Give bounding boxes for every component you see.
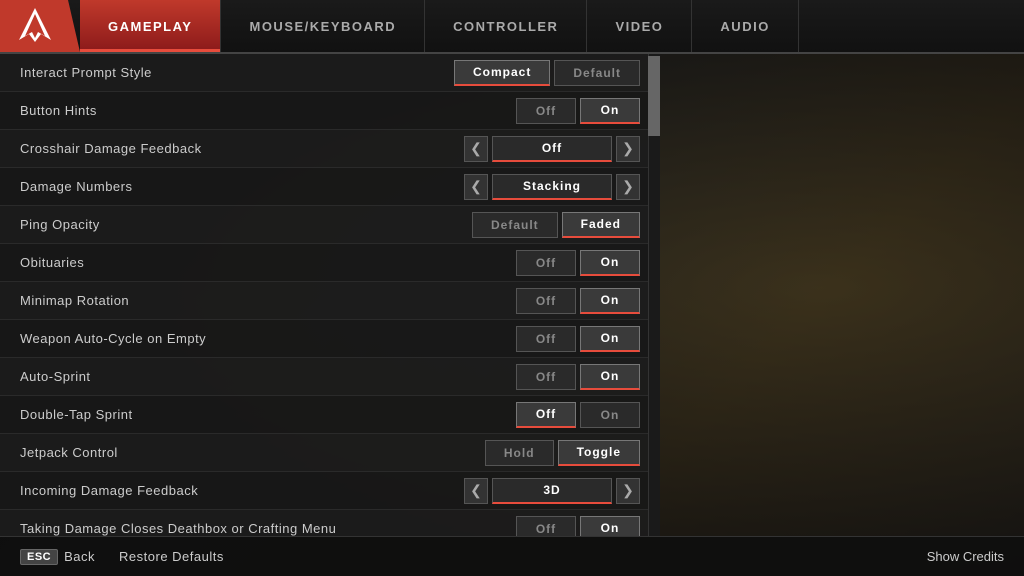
arrow-left-crosshair-damage-feedback[interactable]: ❮ (464, 136, 488, 162)
setting-row-taking-damage-closes: Taking Damage Closes Deathbox or Craftin… (0, 510, 660, 536)
setting-controls-crosshair-damage-feedback: ❮Off❯ (464, 136, 640, 162)
setting-controls-damage-numbers: ❮Stacking❯ (464, 174, 640, 200)
setting-row-auto-sprint: Auto-Sprint OffOn (0, 358, 660, 396)
tab-video[interactable]: VIDEO (587, 0, 692, 52)
nav-tabs: GAMEPLAY MOUSE/KEYBOARD CONTROLLER VIDEO… (80, 0, 1024, 52)
apex-logo-icon (15, 6, 55, 46)
setting-controls-double-tap-sprint: OffOn (516, 402, 640, 428)
toggle-btn-auto-sprint-on[interactable]: On (580, 364, 640, 390)
toggle-btn-auto-sprint-off[interactable]: Off (516, 364, 576, 390)
setting-row-crosshair-damage-feedback: Crosshair Damage Feedback ❮Off❯ (0, 130, 660, 168)
toggle-btn-interact-prompt-style-compact[interactable]: Compact (454, 60, 550, 86)
setting-label-button-hints: Button Hints (20, 103, 97, 118)
back-label: Back (64, 549, 95, 564)
setting-label-crosshair-damage-feedback: Crosshair Damage Feedback (20, 141, 202, 156)
main-content: Interact Prompt StyleCompactDefaultButto… (0, 54, 1024, 536)
setting-controls-taking-damage-closes: OffOn (516, 516, 640, 537)
setting-controls-obituaries: OffOn (516, 250, 640, 276)
toggle-btn-ping-opacity-faded[interactable]: Faded (562, 212, 640, 238)
toggle-btn-obituaries-on[interactable]: On (580, 250, 640, 276)
setting-controls-auto-sprint: OffOn (516, 364, 640, 390)
setting-label-minimap-rotation: Minimap Rotation (20, 293, 129, 308)
setting-label-damage-numbers: Damage Numbers (20, 179, 133, 194)
toggle-btn-taking-damage-closes-on[interactable]: On (580, 516, 640, 537)
arrow-value-damage-numbers: Stacking (492, 174, 612, 200)
setting-controls-jetpack-control: HoldToggle (485, 440, 640, 466)
setting-row-obituaries: Obituaries OffOn (0, 244, 660, 282)
restore-defaults-label: Restore Defaults (119, 549, 224, 564)
toggle-btn-double-tap-sprint-on[interactable]: On (580, 402, 640, 428)
top-navigation: GAMEPLAY MOUSE/KEYBOARD CONTROLLER VIDEO… (0, 0, 1024, 54)
toggle-btn-button-hints-on[interactable]: On (580, 98, 640, 124)
arrow-right-incoming-damage-feedback[interactable]: ❯ (616, 478, 640, 504)
arrow-left-damage-numbers[interactable]: ❮ (464, 174, 488, 200)
setting-label-ping-opacity: Ping Opacity (20, 217, 100, 232)
toggle-btn-jetpack-control-hold[interactable]: Hold (485, 440, 554, 466)
esc-key-badge: ESC (20, 549, 58, 565)
setting-label-interact-prompt-style: Interact Prompt Style (20, 65, 152, 80)
toggle-btn-weapon-auto-cycle-off[interactable]: Off (516, 326, 576, 352)
setting-row-minimap-rotation: Minimap Rotation OffOn (0, 282, 660, 320)
setting-row-jetpack-control: Jetpack Control HoldToggle (0, 434, 660, 472)
tab-audio[interactable]: AUDIO (692, 0, 798, 52)
back-button[interactable]: ESC Back (20, 549, 95, 565)
toggle-btn-obituaries-off[interactable]: Off (516, 250, 576, 276)
toggle-btn-jetpack-control-toggle[interactable]: Toggle (558, 440, 640, 466)
setting-controls-button-hints: OffOn (516, 98, 640, 124)
arrow-value-incoming-damage-feedback: 3D (492, 478, 612, 504)
arrow-left-incoming-damage-feedback[interactable]: ❮ (464, 478, 488, 504)
toggle-btn-interact-prompt-style-default[interactable]: Default (554, 60, 640, 86)
tab-gameplay[interactable]: GAMEPLAY (80, 0, 221, 52)
toggle-btn-taking-damage-closes-off[interactable]: Off (516, 516, 576, 537)
toggle-btn-button-hints-off[interactable]: Off (516, 98, 576, 124)
settings-panel: Interact Prompt StyleCompactDefaultButto… (0, 54, 660, 536)
setting-row-button-hints: Button Hints OffOn (0, 92, 660, 130)
setting-controls-incoming-damage-feedback: ❮3D❯ (464, 478, 640, 504)
arrow-right-crosshair-damage-feedback[interactable]: ❯ (616, 136, 640, 162)
right-panel (660, 54, 1024, 536)
scrollbar-thumb[interactable] (648, 56, 660, 136)
toggle-btn-minimap-rotation-off[interactable]: Off (516, 288, 576, 314)
setting-row-weapon-auto-cycle: Weapon Auto-Cycle on Empty OffOn (0, 320, 660, 358)
setting-label-auto-sprint: Auto-Sprint (20, 369, 91, 384)
bottom-bar: ESC Back Restore Defaults Show Credits (0, 536, 1024, 576)
toggle-btn-minimap-rotation-on[interactable]: On (580, 288, 640, 314)
tab-mouse-keyboard[interactable]: MOUSE/KEYBOARD (221, 0, 425, 52)
restore-defaults-button[interactable]: Restore Defaults (119, 549, 224, 564)
setting-label-double-tap-sprint: Double-Tap Sprint (20, 407, 133, 422)
tab-controller[interactable]: CONTROLLER (425, 0, 587, 52)
setting-controls-weapon-auto-cycle: OffOn (516, 326, 640, 352)
setting-row-incoming-damage-feedback: Incoming Damage Feedback ❮3D❯ (0, 472, 660, 510)
setting-controls-ping-opacity: DefaultFaded (472, 212, 640, 238)
setting-row-damage-numbers: Damage Numbers ❮Stacking❯ (0, 168, 660, 206)
toggle-btn-ping-opacity-default[interactable]: Default (472, 212, 558, 238)
setting-label-taking-damage-closes: Taking Damage Closes Deathbox or Craftin… (20, 521, 336, 536)
setting-controls-interact-prompt-style: CompactDefault (454, 60, 640, 86)
setting-label-incoming-damage-feedback: Incoming Damage Feedback (20, 483, 198, 498)
setting-label-obituaries: Obituaries (20, 255, 84, 270)
show-credits-button[interactable]: Show Credits (927, 549, 1004, 564)
arrow-value-crosshair-damage-feedback: Off (492, 136, 612, 162)
setting-row-double-tap-sprint: Double-Tap Sprint OffOn (0, 396, 660, 434)
settings-list: Interact Prompt StyleCompactDefaultButto… (0, 54, 660, 536)
setting-row-ping-opacity: Ping Opacity DefaultFaded (0, 206, 660, 244)
setting-label-weapon-auto-cycle: Weapon Auto-Cycle on Empty (20, 331, 206, 346)
toggle-btn-double-tap-sprint-off[interactable]: Off (516, 402, 576, 428)
setting-row-interact-prompt-style: Interact Prompt Style CompactDefault (0, 54, 660, 92)
scrollbar-track[interactable] (648, 54, 660, 536)
arrow-right-damage-numbers[interactable]: ❯ (616, 174, 640, 200)
logo-area (0, 0, 80, 52)
bottom-left: ESC Back Restore Defaults (20, 549, 224, 565)
setting-label-jetpack-control: Jetpack Control (20, 445, 118, 460)
setting-controls-minimap-rotation: OffOn (516, 288, 640, 314)
toggle-btn-weapon-auto-cycle-on[interactable]: On (580, 326, 640, 352)
